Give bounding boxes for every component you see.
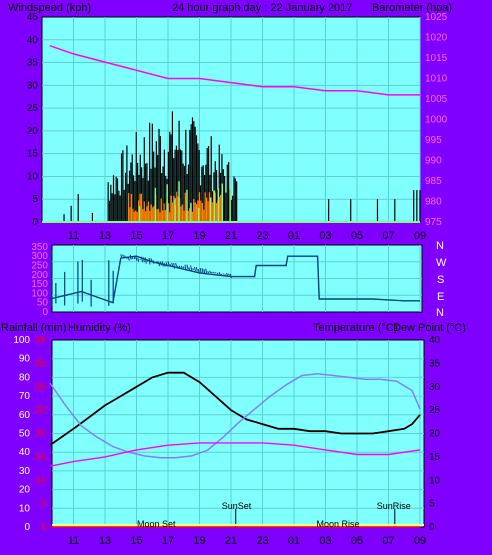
graph-title: 24 hour graph day : 22 January 2017 xyxy=(172,2,352,14)
temp-panel-x-tick-07: 07 xyxy=(382,535,394,547)
baro-y-tick-990: 990 xyxy=(425,156,442,167)
wind-y-tick-20: 20 xyxy=(27,126,39,137)
humidity-y-tick-70: 70 xyxy=(19,391,31,402)
rain-y-tick-40: 40 xyxy=(35,335,47,346)
humidity-y-tick-10: 10 xyxy=(19,503,31,514)
temp-panel-x-tick-23: 23 xyxy=(256,535,268,547)
humidity-y-tick-60: 60 xyxy=(19,410,31,421)
rain-y-tick-5: 5 xyxy=(40,499,46,510)
windspeed-header: Windspeed (kph) xyxy=(8,2,91,14)
temp-y-tick-5: 5 xyxy=(429,499,435,510)
rain-y-tick-20: 20 xyxy=(35,429,47,440)
direction-noise xyxy=(214,272,217,274)
wind-y-tick-5: 5 xyxy=(32,194,38,205)
temp-panel-x-tick-19: 19 xyxy=(193,535,205,547)
temp-y-tick-25: 25 xyxy=(429,405,441,416)
humidity-y-tick-100: 100 xyxy=(13,335,30,346)
baro-y-tick-980: 980 xyxy=(425,197,442,208)
baro-y-tick-975: 975 xyxy=(425,217,442,228)
wind-panel-x-tick-15: 15 xyxy=(130,230,142,242)
temp-panel-x-tick-01: 01 xyxy=(288,535,300,547)
wind-y-tick-35: 35 xyxy=(27,58,39,69)
baro-y-tick-985: 985 xyxy=(425,176,442,187)
temp-y-tick-40: 40 xyxy=(429,335,441,346)
temperature-header: Temperature (°C) xyxy=(313,322,397,334)
rain-y-tick-10: 10 xyxy=(35,475,47,486)
temp-y-tick-30: 30 xyxy=(429,382,441,393)
wind-panel-x-tick-23: 23 xyxy=(256,230,268,242)
humidity-y-tick-40: 40 xyxy=(19,447,31,458)
baro-y-tick-1005: 1005 xyxy=(425,94,448,105)
humidity-y-tick-20: 20 xyxy=(19,485,31,496)
temp-panel-x-tick-13: 13 xyxy=(99,535,111,547)
temp-panel-x-tick-03: 03 xyxy=(319,535,331,547)
direction-label-s: S xyxy=(437,274,444,286)
baro-y-tick-1015: 1015 xyxy=(425,53,448,64)
humidity-header: Humidity (%) xyxy=(68,322,131,334)
wind-panel-x-tick-21: 21 xyxy=(225,230,237,242)
direction-label-n-bottom: N xyxy=(436,307,444,319)
humidity-y-tick-90: 90 xyxy=(19,354,31,365)
direction-label-e: E xyxy=(437,291,444,303)
moonrise-label: Moon Rise xyxy=(317,519,360,529)
direction-label-w: W xyxy=(436,257,447,269)
wind-y-tick-45: 45 xyxy=(27,12,39,23)
wind-y-tick-25: 25 xyxy=(27,103,39,114)
rain-y-tick-25: 25 xyxy=(35,405,47,416)
temp-panel-x-tick-05: 05 xyxy=(351,535,363,547)
direction-y-tick-350: 350 xyxy=(31,242,48,253)
temp-panel-x-tick-11: 11 xyxy=(68,535,79,547)
sunrise-label: SunRise xyxy=(377,501,411,511)
temp-panel-x-tick-17: 17 xyxy=(162,535,174,547)
wind-panel-x-tick-19: 19 xyxy=(193,230,205,242)
rainfall-header: Rainfall (mm) xyxy=(1,322,66,334)
wind-panel-x-tick-11: 11 xyxy=(68,230,79,242)
temp-y-tick-10: 10 xyxy=(429,475,441,486)
dewpoint-header: Dew Point (°C) xyxy=(393,322,466,334)
baro-y-tick-1000: 1000 xyxy=(425,115,448,126)
temp-y-tick-0: 0 xyxy=(429,522,435,533)
humidity-y-tick-50: 50 xyxy=(19,429,31,440)
direction-label-n-top: N xyxy=(436,240,444,252)
wind-panel-x-tick-09: 09 xyxy=(414,230,426,242)
rain-y-tick-30: 30 xyxy=(35,382,47,393)
direction-noise xyxy=(216,272,219,275)
weather-chart-svg: Windspeed (kph) 24 hour graph day : 22 J… xyxy=(1,2,466,547)
wind-panel-x-tick-01: 01 xyxy=(288,230,300,242)
wind-y-tick-0: 0 xyxy=(32,217,38,228)
temp-y-tick-15: 15 xyxy=(429,452,441,463)
baro-y-tick-995: 995 xyxy=(425,135,442,146)
wind-panel-x-tick-13: 13 xyxy=(99,230,111,242)
wind-panel-x-tick-05: 05 xyxy=(351,230,363,242)
rain-y-tick-15: 15 xyxy=(35,452,47,463)
humidity-y-tick-80: 80 xyxy=(19,372,31,383)
temp-panel-x-tick-15: 15 xyxy=(130,535,142,547)
baro-y-tick-1025: 1025 xyxy=(425,12,448,23)
humidity-y-tick-30: 30 xyxy=(19,466,31,477)
sunset-label: SunSet xyxy=(222,501,252,511)
humidity-y-tick-0: 0 xyxy=(24,522,30,533)
direction-noise xyxy=(154,261,157,264)
wind-panel-x-tick-17: 17 xyxy=(162,230,174,242)
temp-y-tick-35: 35 xyxy=(429,358,441,369)
baro-y-tick-1010: 1010 xyxy=(425,74,448,85)
rain-y-tick-35: 35 xyxy=(35,358,47,369)
wind-panel-x-tick-03: 03 xyxy=(319,230,331,242)
wind-y-tick-15: 15 xyxy=(27,149,39,160)
temp-panel-x-tick-21: 21 xyxy=(225,535,237,547)
weather-graph: Windspeed (kph) 24 hour graph day : 22 J… xyxy=(0,0,492,555)
temp-y-tick-20: 20 xyxy=(429,429,441,440)
baro-y-tick-1020: 1020 xyxy=(425,33,448,44)
wind-y-tick-40: 40 xyxy=(27,35,39,46)
wind-y-tick-30: 30 xyxy=(27,80,39,91)
wind-y-tick-10: 10 xyxy=(27,171,39,182)
temp-panel-x-tick-09: 09 xyxy=(414,535,426,547)
wind-panel-x-tick-07: 07 xyxy=(382,230,394,242)
rain-y-tick-0: 0 xyxy=(40,522,46,533)
moonset-label: Moon Set xyxy=(137,519,176,529)
